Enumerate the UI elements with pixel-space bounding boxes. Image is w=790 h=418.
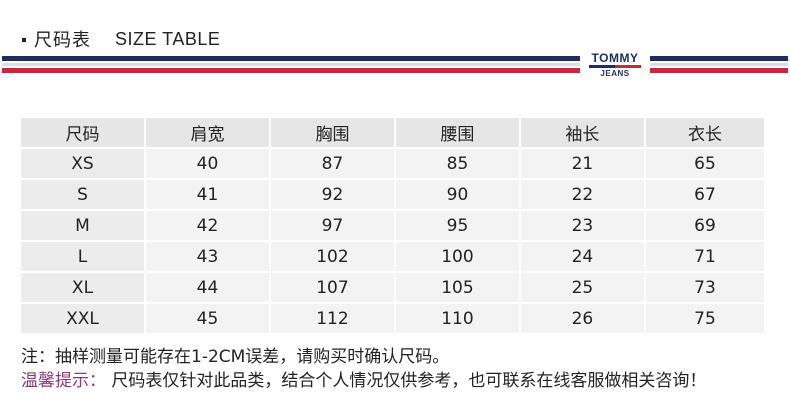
cell-chest: 112 <box>270 304 396 333</box>
cell-length: 75 <box>645 304 764 333</box>
header-size: 尺码 <box>21 118 146 147</box>
title-en: SIZE TABLE <box>115 28 221 49</box>
cell-sleeve: 25 <box>520 273 646 302</box>
cell-size: XS <box>21 149 146 178</box>
cell-size: L <box>21 242 146 271</box>
cell-shoulder: 44 <box>145 273 271 302</box>
table-row: XL 44 107 105 25 73 <box>21 273 764 302</box>
stripe-navy-left <box>2 56 580 61</box>
header-length: 衣长 <box>645 118 764 147</box>
table-row: M 42 97 95 23 69 <box>21 211 764 240</box>
size-table: 尺码 肩宽 胸围 腰围 袖长 衣长 XS 40 87 85 21 65 S 41… <box>21 116 764 335</box>
cell-size: S <box>21 180 146 209</box>
cell-length: 73 <box>645 273 764 302</box>
cell-size: XL <box>21 273 146 302</box>
cell-waist: 85 <box>395 149 521 178</box>
cell-chest: 92 <box>270 180 396 209</box>
logo-line2: JEANS <box>600 69 630 78</box>
header-stripes <box>0 55 790 77</box>
cell-waist: 95 <box>395 211 521 240</box>
cell-length: 65 <box>645 149 764 178</box>
cell-sleeve: 24 <box>520 242 646 271</box>
cell-size: M <box>21 211 146 240</box>
cell-chest: 97 <box>270 211 396 240</box>
stripe-light-right <box>650 63 788 66</box>
cell-sleeve: 21 <box>520 149 646 178</box>
table-row: XXL 45 112 110 26 75 <box>21 304 764 333</box>
stripe-navy-right <box>650 56 788 61</box>
cell-chest: 102 <box>270 242 396 271</box>
logo-line1: TOMMY <box>591 51 639 65</box>
table-row: S 41 92 90 22 67 <box>21 180 764 209</box>
brand-logo: TOMMY JEANS <box>584 52 646 78</box>
stripe-red-left <box>2 68 580 73</box>
cell-shoulder: 42 <box>145 211 271 240</box>
bullet-icon <box>22 38 26 42</box>
cell-shoulder: 43 <box>145 242 271 271</box>
cell-waist: 105 <box>395 273 521 302</box>
cell-sleeve: 23 <box>520 211 646 240</box>
notes: 注：抽样测量可能存在1-2CM误差，请购买时确认尺码。 温馨提示： 尺码表仅针对… <box>21 345 781 393</box>
cell-waist: 90 <box>395 180 521 209</box>
table-row: XS 40 87 85 21 65 <box>21 149 764 178</box>
header-chest: 胸围 <box>270 118 396 147</box>
cell-shoulder: 45 <box>145 304 271 333</box>
cell-shoulder: 40 <box>145 149 271 178</box>
stripe-red-right <box>650 68 788 73</box>
cell-length: 67 <box>645 180 764 209</box>
title-cn: 尺码表 <box>34 30 91 51</box>
header-waist: 腰围 <box>395 118 521 147</box>
tip-label: 温馨提示： <box>21 371 106 391</box>
tip-text: 尺码表仅针对此品类，结合个人情况仅供参考，也可联系在线客服做相关咨询！ <box>111 371 707 391</box>
stripe-light-left <box>2 63 580 66</box>
cell-waist: 100 <box>395 242 521 271</box>
cell-length: 71 <box>645 242 764 271</box>
header-shoulder: 肩宽 <box>145 118 271 147</box>
cell-sleeve: 26 <box>520 304 646 333</box>
table-header-row: 尺码 肩宽 胸围 腰围 袖长 衣长 <box>21 118 764 147</box>
cell-chest: 107 <box>270 273 396 302</box>
flag-icon <box>584 65 646 68</box>
cell-waist: 110 <box>395 304 521 333</box>
page-header: 尺码表 SIZE TABLE <box>22 26 220 52</box>
cell-length: 69 <box>645 211 764 240</box>
cell-size: XXL <box>21 304 146 333</box>
measurement-note: 注：抽样测量可能存在1-2CM误差，请购买时确认尺码。 <box>21 347 450 367</box>
table-row: L 43 102 100 24 71 <box>21 242 764 271</box>
header-sleeve: 袖长 <box>520 118 646 147</box>
cell-sleeve: 22 <box>520 180 646 209</box>
cell-shoulder: 41 <box>145 180 271 209</box>
cell-chest: 87 <box>270 149 396 178</box>
tip-note: 温馨提示： 尺码表仅针对此品类，结合个人情况仅供参考，也可联系在线客服做相关咨询… <box>21 369 781 393</box>
